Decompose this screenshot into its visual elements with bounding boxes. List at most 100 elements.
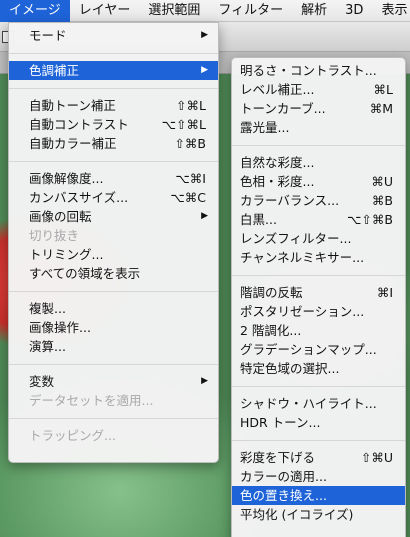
- adjustments-menu-item[interactable]: シャドウ・ハイライト...: [232, 394, 405, 413]
- adjustments-submenu: 明るさ・コントラスト... レベル補正... ⌘L トーンカーブ... ⌘M 露光量...…: [231, 57, 406, 537]
- adjustments-menu-item[interactable]: 2 階調化...: [232, 321, 405, 340]
- adjustments-menu-item[interactable]: ポスタリゼーション...: [232, 302, 405, 321]
- shortcut-label: ⌘U: [371, 174, 393, 189]
- image-menu-item[interactable]: モード ▶: [9, 26, 218, 45]
- adjustments-menu-item[interactable]: 色の置き換え...: [232, 486, 405, 505]
- adjustments-menu-item[interactable]: 階調の反転 ⌘I: [232, 283, 405, 302]
- shortcut-label: ⇧⌘U: [360, 450, 393, 465]
- menu-item-label: 色調補正: [29, 63, 80, 78]
- menu-item-label: HDR トーン...: [240, 415, 321, 430]
- adjustments-menu-item[interactable]: 白黒... ⌥⇧⌘B: [232, 210, 405, 229]
- menu-item-label: 明るさ・コントラスト...: [240, 63, 377, 78]
- menu-item-label: カンバスサイズ...: [29, 190, 129, 205]
- image-menu-item[interactable]: 自動コントラスト ⌥⇧⌘L: [9, 115, 218, 134]
- adjustments-menu-item[interactable]: カラーバランス... ⌘B: [232, 191, 405, 210]
- menu-item-label: 切り抜き: [29, 228, 80, 243]
- menu-separator: [232, 386, 405, 387]
- menubar-item[interactable]: レイヤー: [70, 0, 140, 22]
- menubar-item[interactable]: 3D: [336, 0, 372, 22]
- menu-item-label: 変数: [29, 374, 55, 389]
- menu-separator: [9, 418, 218, 419]
- submenu-arrow-icon: ▶: [201, 65, 208, 75]
- menu-item-label: 自動コントラスト: [29, 117, 129, 132]
- adjustments-menu-item[interactable]: 色相・彩度... ⌘U: [232, 172, 405, 191]
- menu-separator: [9, 364, 218, 365]
- adjustments-menu-item[interactable]: レンズフィルター...: [232, 229, 405, 248]
- adjustments-menu-item[interactable]: カラーの適用...: [232, 467, 405, 486]
- menu-item-label: 画像解像度...: [29, 171, 104, 186]
- shortcut-label: ⇧⌘L: [176, 98, 206, 113]
- menu-item-label: ポスタリゼーション...: [240, 304, 365, 319]
- image-menu-item[interactable]: 変数 ▶: [9, 372, 218, 391]
- adjustments-menu-item[interactable]: 自然な彩度...: [232, 153, 405, 172]
- shortcut-label: ⌘M: [369, 101, 393, 116]
- menu-item-label: トリミング...: [29, 247, 104, 262]
- menu-item-label: 露光量...: [240, 120, 290, 135]
- menu-item-label: 複製...: [29, 301, 66, 316]
- adjustments-menu-item[interactable]: トーンカーブ... ⌘M: [232, 99, 405, 118]
- image-menu-item[interactable]: 画像解像度... ⌥⌘I: [9, 169, 218, 188]
- shortcut-label: ⌥⇧⌘L: [161, 117, 206, 132]
- menubar-item[interactable]: フィルター: [209, 0, 292, 22]
- menu-separator: [232, 145, 405, 146]
- menu-item-label: すべての領域を表示: [29, 266, 141, 281]
- shortcut-label: ⌘I: [376, 285, 393, 300]
- shortcut-label: ⌥⌘C: [170, 190, 206, 205]
- menu-item-label: 画像の回転: [29, 209, 92, 224]
- menu-separator: [232, 275, 405, 276]
- submenu-arrow-icon: ▶: [201, 211, 208, 221]
- menu-item-label: 階調の反転: [240, 285, 303, 300]
- menu-separator: [9, 161, 218, 162]
- menu-item-label: トーンカーブ...: [240, 101, 326, 116]
- adjustments-menu-item[interactable]: 彩度を下げる ⇧⌘U: [232, 448, 405, 467]
- menubar-item[interactable]: 表示: [372, 0, 410, 22]
- image-menu-item[interactable]: 複製...: [9, 299, 218, 318]
- adjustments-menu-item[interactable]: 露光量...: [232, 118, 405, 137]
- menubar-item[interactable]: 解析: [292, 0, 336, 22]
- menubar: イメージ レイヤー 選択範囲 フィルター 解析 3D 表示: [0, 0, 410, 22]
- adjustments-menu-item[interactable]: チャンネルミキサー...: [232, 248, 405, 267]
- image-menu-item[interactable]: 画像の回転 ▶: [9, 207, 218, 226]
- menu-item-label: 画像操作...: [29, 320, 91, 335]
- image-menu-item[interactable]: 自動トーン補正 ⇧⌘L: [9, 96, 218, 115]
- image-menu-item[interactable]: 画像操作...: [9, 318, 218, 337]
- image-menu-item: 切り抜き: [9, 226, 218, 245]
- image-menu-item[interactable]: トリミング...: [9, 245, 218, 264]
- menu-item-label: グラデーションマップ...: [240, 342, 377, 357]
- menubar-item[interactable]: 選択範囲: [139, 0, 209, 22]
- shortcut-label: ⌥⌘I: [175, 171, 206, 186]
- shortcut-label: ⇧⌘B: [174, 136, 206, 151]
- menu-item-label: データセットを適用...: [29, 393, 154, 408]
- adjustments-menu-item[interactable]: 平均化 (イコライズ): [232, 505, 405, 524]
- menu-item-label: レンズフィルター...: [240, 231, 352, 246]
- menu-item-label: 白黒...: [240, 212, 277, 227]
- menu-item-label: 彩度を下げる: [240, 450, 316, 465]
- adjustments-menu-item[interactable]: レベル補正... ⌘L: [232, 80, 405, 99]
- adjustments-menu-item[interactable]: HDR トーン...: [232, 413, 405, 432]
- adjustments-menu-item[interactable]: 特定色域の選択...: [232, 359, 405, 378]
- menu-item-label: 自然な彩度...: [240, 155, 315, 170]
- adjustments-menu-item[interactable]: グラデーションマップ...: [232, 340, 405, 359]
- menu-item-label: カラーバランス...: [240, 193, 340, 208]
- menu-item-label: 演算...: [29, 339, 66, 354]
- submenu-arrow-icon: ▶: [201, 376, 208, 386]
- menu-item-label: 自動カラー補正: [29, 136, 117, 151]
- image-menu-item[interactable]: 自動カラー補正 ⇧⌘B: [9, 134, 218, 153]
- shortcut-label: ⌥⇧⌘B: [347, 212, 393, 227]
- image-menu-item[interactable]: 演算...: [9, 337, 218, 356]
- image-menu-item[interactable]: すべての領域を表示: [9, 264, 218, 283]
- menu-separator: [232, 440, 405, 441]
- adjustments-menu-item[interactable]: 明るさ・コントラスト...: [232, 61, 405, 80]
- menu-separator: [9, 53, 218, 54]
- menu-item-label: 特定色域の選択...: [240, 361, 340, 376]
- image-menu-item: データセットを適用...: [9, 391, 218, 410]
- menu-item-label: レベル補正...: [240, 82, 315, 97]
- image-menu-item[interactable]: 色調補正 ▶: [9, 61, 218, 80]
- menu-separator: [9, 291, 218, 292]
- menu-item-label: モード: [29, 28, 67, 43]
- menu-item-label: カラーの適用...: [240, 469, 327, 484]
- menubar-item[interactable]: イメージ: [0, 0, 70, 22]
- image-menu: モード ▶ 色調補正 ▶ 自動トーン補正 ⇧⌘L 自動コントラスト ⌥⇧⌘L 自動カラー補正 ⇧⌘…: [8, 22, 219, 463]
- image-menu-item[interactable]: カンバスサイズ... ⌥⌘C: [9, 188, 218, 207]
- menu-separator: [9, 88, 218, 89]
